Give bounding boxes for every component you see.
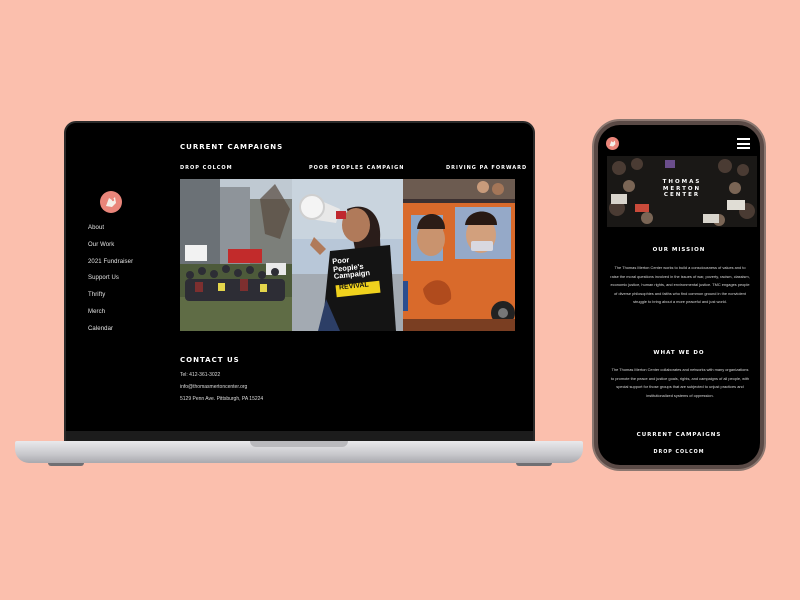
phone-notch: [641, 125, 717, 136]
phone-hero-image: THOMAS MERTON CENTER: [607, 156, 757, 227]
sidebar-nav: About Our Work 2021 Fundraiser Support U…: [88, 224, 133, 342]
what-we-do-text: The Thomas Merton Center collaborates an…: [610, 367, 750, 398]
driving-pa-forward-photo[interactable]: [403, 179, 516, 331]
contact-title: CONTACT US: [180, 356, 240, 364]
nav-item-about[interactable]: About: [88, 224, 133, 241]
contact-email[interactable]: info@thomasmertoncenter.org: [180, 384, 247, 390]
nav-item-fundraiser[interactable]: 2021 Fundraiser: [88, 258, 133, 275]
hero-title: THOMAS MERTON CENTER: [662, 179, 702, 199]
campaign-label-driving-pa[interactable]: DRIVING PA FORWARD: [446, 165, 527, 171]
phone-site-logo[interactable]: [606, 137, 619, 150]
laptop-foot-right: [516, 463, 552, 466]
nav-item-thrifty[interactable]: Thrifty: [88, 291, 133, 308]
phone-campaigns-title: CURRENT CAMPAIGNS: [636, 432, 722, 438]
laptop-chin: [66, 431, 533, 441]
contact-phone[interactable]: Tel: 412-361-3022: [180, 372, 220, 378]
campaign-photos: Poor People's Campaign REVIVAL: [180, 179, 516, 331]
laptop-screen: About Our Work 2021 Fundraiser Support U…: [66, 123, 533, 431]
nav-item-support-us[interactable]: Support Us: [88, 274, 133, 291]
nav-item-merch[interactable]: Merch: [88, 308, 133, 325]
campaign-label-poor-peoples[interactable]: POOR PEOPLES CAMPAIGN: [309, 165, 404, 171]
site-logo[interactable]: [100, 191, 122, 213]
laptop-notch: [250, 441, 348, 447]
nav-item-calendar[interactable]: Calendar: [88, 325, 133, 342]
mission-title: OUR MISSION: [652, 247, 706, 253]
hamburger-menu-icon[interactable]: [737, 138, 750, 149]
campaigns-title: CURRENT CAMPAIGNS: [180, 143, 284, 151]
sign-text: Poor People's Campaign: [331, 255, 371, 281]
phone-campaign-drop-colcom[interactable]: DROP COLCOM: [598, 450, 760, 455]
laptop-foot-left: [48, 463, 84, 466]
phone-screen: THOMAS MERTON CENTER OUR MISSION The Tho…: [598, 125, 760, 465]
drop-colcom-photo[interactable]: [180, 179, 292, 331]
campaign-label-drop-colcom[interactable]: DROP COLCOM: [180, 165, 233, 171]
nav-item-our-work[interactable]: Our Work: [88, 241, 133, 258]
poor-peoples-campaign-photo[interactable]: Poor People's Campaign REVIVAL: [291, 179, 404, 331]
contact-address: 5129 Penn Ave. Pittsburgh, PA 15224: [180, 396, 264, 402]
mission-text: The Thomas Merton Center works to build …: [610, 265, 750, 305]
what-we-do-title: WHAT WE DO: [653, 350, 705, 356]
